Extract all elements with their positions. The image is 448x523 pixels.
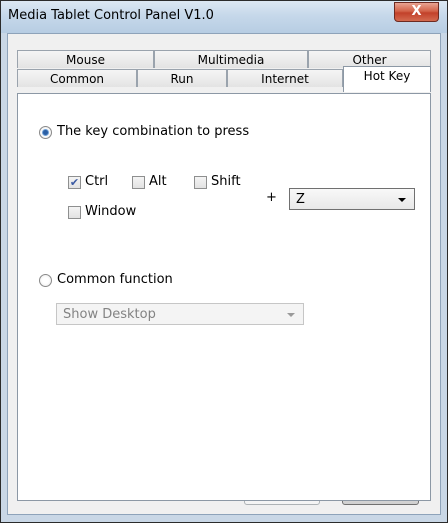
key-combination-label: The key combination to press: [57, 124, 250, 139]
tab-run[interactable]: Run: [137, 69, 227, 87]
app-window: Media Tablet Control Panel V1.0 X Mouse …: [0, 0, 448, 523]
title-bar[interactable]: Media Tablet Control Panel V1.0 X: [1, 1, 447, 33]
common-function-value: Show Desktop: [63, 307, 156, 322]
dropdown-arrow-icon: [398, 198, 406, 202]
window-title: Media Tablet Control Panel V1.0: [8, 8, 214, 23]
key-combination-radio[interactable]: [39, 126, 52, 139]
common-function-select[interactable]: Show Desktop: [56, 303, 304, 325]
tab-mouse[interactable]: Mouse: [17, 50, 154, 68]
checkmark-icon: ✔: [69, 176, 80, 189]
shift-checkbox[interactable]: [194, 176, 207, 189]
close-button[interactable]: X: [394, 2, 439, 22]
tab-hot-key[interactable]: Hot Key: [343, 66, 431, 92]
alt-checkbox[interactable]: [132, 176, 145, 189]
common-function-radio[interactable]: [39, 274, 52, 287]
hot-key-panel: The key combination to press ✔ Ctrl Alt …: [17, 93, 431, 501]
common-function-label: Common function: [57, 272, 173, 287]
plus-sign: +: [266, 190, 277, 205]
key-select-value: Z: [296, 192, 305, 207]
key-select[interactable]: Z: [289, 188, 415, 210]
ctrl-label: Ctrl: [85, 174, 109, 189]
shift-label: Shift: [211, 174, 241, 189]
tab-internet[interactable]: Internet: [227, 69, 343, 87]
client-area: Mouse Multimedia Other Common Run Intern…: [7, 33, 441, 515]
alt-label: Alt: [149, 174, 167, 189]
tab-multimedia[interactable]: Multimedia: [154, 50, 308, 68]
close-icon: X: [411, 4, 422, 19]
tab-row-front: Common Run Internet Hot Key: [17, 66, 431, 92]
ctrl-checkbox[interactable]: ✔: [68, 176, 81, 189]
tab-common[interactable]: Common: [17, 69, 137, 87]
window-label: Window: [85, 204, 137, 219]
window-checkbox[interactable]: [68, 206, 81, 219]
dropdown-arrow-icon: [287, 313, 295, 317]
